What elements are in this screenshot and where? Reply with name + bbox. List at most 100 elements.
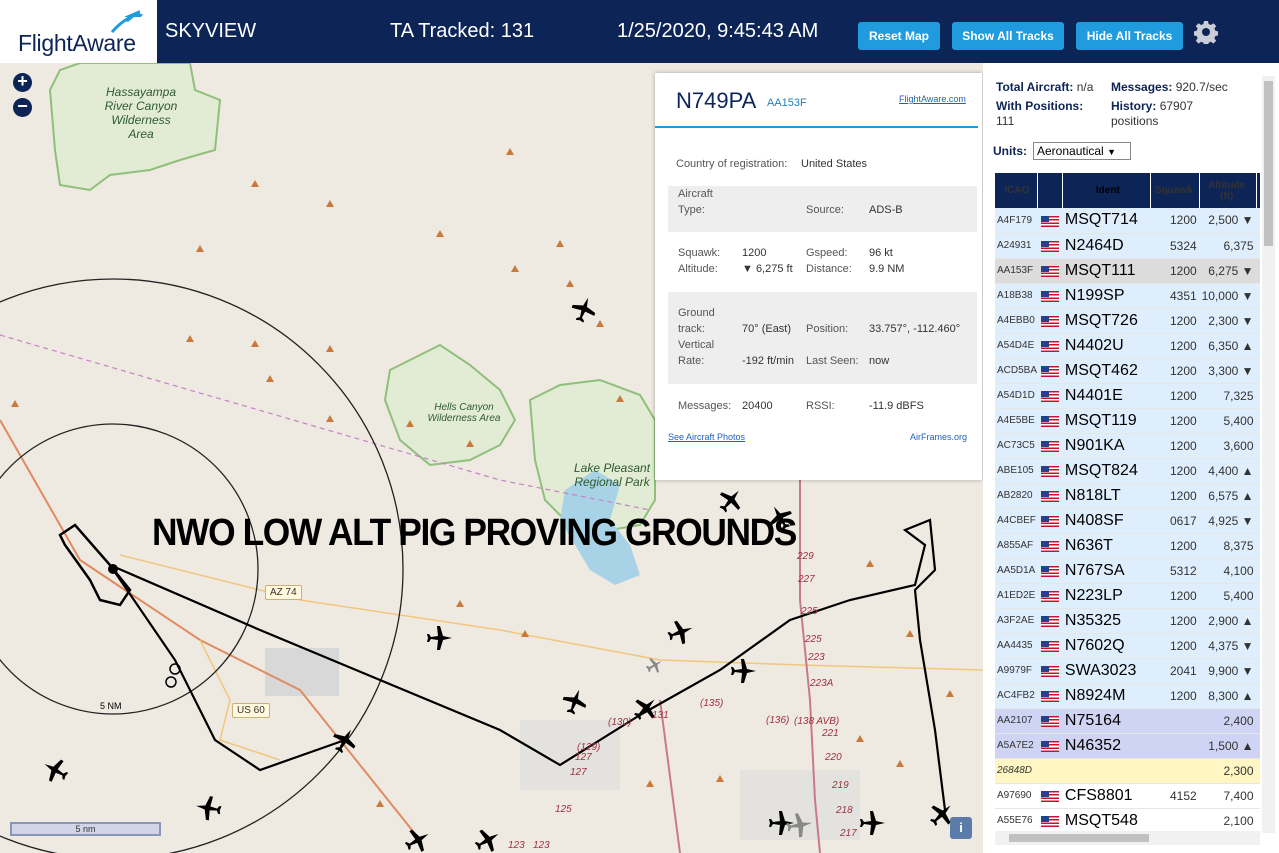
table-row[interactable]: A1ED2E N223LP 1200 5,400 xyxy=(995,583,1260,609)
country-label: Country of registration: xyxy=(676,158,788,170)
table-row[interactable]: A18B38 N199SP 4351 10,000 ▼ xyxy=(995,283,1260,309)
row-squawk xyxy=(1150,808,1200,830)
row-ident: CFS8801 xyxy=(1062,783,1151,809)
us-flag-icon xyxy=(1040,790,1059,802)
popup-icao[interactable]: AA153F xyxy=(767,97,807,109)
table-row[interactable]: A54D1D N4401E 1200 7,325 xyxy=(995,383,1260,409)
info-icon[interactable]: i xyxy=(950,817,972,839)
last-seen-label: Last Seen: xyxy=(806,355,859,367)
row-altitude: 6,575 ▲ xyxy=(1199,483,1257,509)
source-label: Source: xyxy=(806,204,844,216)
scrollbar-thumb[interactable] xyxy=(1264,81,1273,246)
altitude-label: Altitude: xyxy=(678,263,718,275)
messages-rate-label: Messages: xyxy=(1111,80,1173,94)
flightaware-link[interactable]: FlightAware.com xyxy=(899,94,966,104)
rssi-value: -11.9 dBFS xyxy=(869,400,924,412)
row-altitude: 2,300 ▼ xyxy=(1199,308,1257,334)
reset-map-button[interactable]: Reset Map xyxy=(858,22,940,50)
table-row[interactable]: A4CBEF N408SF 0617 4,925 ▼ xyxy=(995,508,1260,534)
table-row[interactable]: A4F179 MSQT714 1200 2,500 ▼ xyxy=(995,208,1260,234)
table-row[interactable]: AC4FB2 N8924M 1200 8,300 ▲ xyxy=(995,683,1260,709)
row-squawk: 1200 xyxy=(1150,333,1200,359)
table-row[interactable]: A97690 CFS8801 4152 7,400 xyxy=(995,783,1260,809)
scrollbar-thumb[interactable] xyxy=(1009,834,1149,842)
vertical-scrollbar[interactable] xyxy=(1262,76,1275,833)
gear-icon[interactable] xyxy=(1194,20,1218,44)
table-row[interactable]: A55E76 MSQT548 2,100 xyxy=(995,808,1260,830)
row-ident: N7602Q xyxy=(1062,633,1151,659)
us-flag-icon xyxy=(1040,440,1059,452)
row-altitude: 7,400 xyxy=(1199,783,1257,809)
route-number: 229 xyxy=(796,551,814,562)
row-altitude: 7,325 xyxy=(1199,383,1257,409)
table-row[interactable]: A24931 N2464D 5324 6,375 xyxy=(995,233,1260,259)
messages-label: Messages: xyxy=(678,400,732,412)
row-ident: MSQT548 xyxy=(1062,808,1151,830)
column-flag[interactable] xyxy=(1037,173,1064,208)
table-row[interactable]: A5A7E2 N46352 1,500 ▲ xyxy=(995,733,1260,759)
row-ident: N408SF xyxy=(1062,508,1151,534)
flightaware-logo[interactable]: FlightAware xyxy=(0,0,160,63)
table-row[interactable]: 26848D 2,300 xyxy=(995,758,1260,784)
route-number: (136) xyxy=(766,715,789,726)
row-extra xyxy=(1256,583,1260,609)
table-row[interactable]: A9979F SWA3023 2041 9,900 ▼ xyxy=(995,658,1260,684)
units-select[interactable]: Aeronautical ▼ xyxy=(1033,142,1131,160)
column-altitude[interactable]: Altitude (ft) xyxy=(1199,173,1258,208)
table-row[interactable]: AA2107 N75164 2,400 xyxy=(995,708,1260,734)
row-icao: A55E76 xyxy=(995,808,1038,830)
ta-tracked-count: TA Tracked: 131 xyxy=(390,20,535,42)
airframes-link[interactable]: AirFrames.org xyxy=(910,432,967,442)
row-squawk: 1200 xyxy=(1150,433,1200,459)
row-squawk: 1200 xyxy=(1150,633,1200,659)
hassayampa-label: Hassayampa River Canyon Wilderness Area xyxy=(104,85,178,141)
aircraft-table[interactable]: ICAO Ident Squawk Altitude (ft) A4F179 MS… xyxy=(995,173,1260,830)
table-row[interactable]: ACD5BA MSQT462 1200 3,300 ▼ xyxy=(995,358,1260,384)
table-row[interactable]: AC73C5 N901KA 1200 3,600 xyxy=(995,433,1260,459)
track-block xyxy=(668,292,977,384)
hide-all-tracks-button[interactable]: Hide All Tracks xyxy=(1076,22,1183,50)
column-icao[interactable]: ICAO xyxy=(995,173,1038,208)
us-flag-icon xyxy=(1040,240,1059,252)
table-row[interactable]: ABE105 MSQT824 1200 4,400 ▲ xyxy=(995,458,1260,484)
row-ident: N636T xyxy=(1062,533,1151,559)
zoom-out-button[interactable]: − xyxy=(13,97,32,117)
table-row[interactable]: A4E5BE MSQT119 1200 5,400 xyxy=(995,408,1260,434)
row-extra xyxy=(1256,408,1260,434)
table-row[interactable]: A855AF N636T 1200 8,375 xyxy=(995,533,1260,559)
row-extra xyxy=(1256,308,1260,334)
altitude-value: ▼ 6,275 ft xyxy=(742,263,793,275)
row-altitude: 4,400 ▲ xyxy=(1199,458,1257,484)
row-ident: N8924M xyxy=(1062,683,1151,709)
row-extra xyxy=(1256,683,1260,709)
column-squawk[interactable]: Squawk xyxy=(1150,173,1201,208)
table-row[interactable]: A3F2AE N35325 1200 2,900 ▲ xyxy=(995,608,1260,634)
total-aircraft-value: n/a xyxy=(1076,80,1094,94)
route-number: (138 AVB) xyxy=(794,716,839,727)
table-row[interactable]: A4EBB0 MSQT726 1200 2,300 ▼ xyxy=(995,308,1260,334)
row-ident: MSQT714 xyxy=(1062,208,1151,234)
table-row[interactable]: AA153F MSQT111 1200 6,275 ▼ xyxy=(995,258,1260,284)
us-flag-icon xyxy=(1040,315,1059,327)
row-flag xyxy=(1037,708,1063,734)
row-ident: N46352 xyxy=(1062,733,1151,759)
aircraft-popup: N749PA AA153F FlightAware.com Country of… xyxy=(655,73,982,480)
table-row[interactable]: AA5D1A N767SA 5312 4,100 xyxy=(995,558,1260,584)
ground-track-label: track: xyxy=(678,323,705,335)
row-extra xyxy=(1256,433,1260,459)
show-all-tracks-button[interactable]: Show All Tracks xyxy=(952,22,1064,50)
zoom-in-button[interactable]: + xyxy=(13,72,32,92)
row-ident: N2464D xyxy=(1062,233,1151,259)
us-flag-icon xyxy=(1040,565,1059,577)
horizontal-scrollbar[interactable] xyxy=(995,831,1260,845)
table-row[interactable]: A54D4E N4402U 1200 6,350 ▲ xyxy=(995,333,1260,359)
table-row[interactable]: AA4435 N7602Q 1200 4,375 ▼ xyxy=(995,633,1260,659)
row-squawk xyxy=(1150,758,1200,784)
row-ident: MSQT726 xyxy=(1062,308,1151,334)
column-ident[interactable]: Ident xyxy=(1062,173,1152,208)
with-positions-value: 111 xyxy=(996,114,1015,128)
table-row[interactable]: AB2820 N818LT 1200 6,575 ▲ xyxy=(995,483,1260,509)
route-number: 131 xyxy=(652,710,669,721)
range-ring-label: 5 NM xyxy=(100,701,122,711)
aircraft-photos-link[interactable]: See Aircraft Photos xyxy=(668,432,745,442)
